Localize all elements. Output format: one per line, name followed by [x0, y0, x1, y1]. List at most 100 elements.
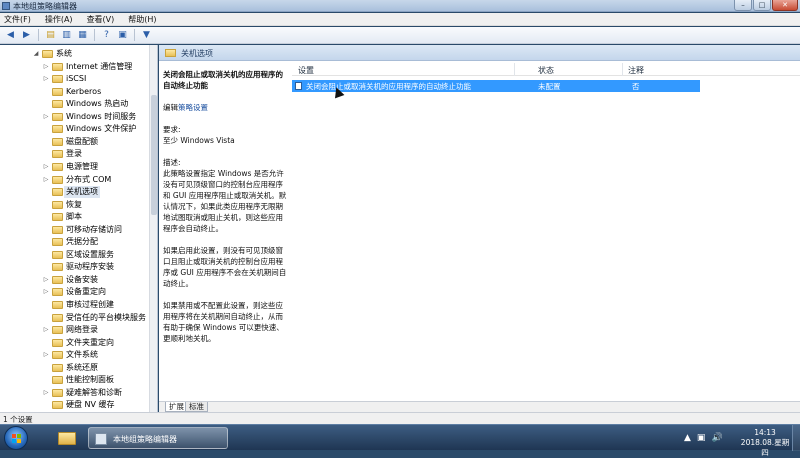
window-title: 本地组策略编辑器	[13, 2, 77, 11]
tree-item[interactable]: ◢ 系统	[0, 48, 150, 60]
title-bar[interactable]: 本地组策略编辑器 – □ ✕	[0, 0, 800, 12]
description-panel: 关闭会阻止或取消关机的应用程序的自动终止功能 编辑策略设置 要求: 至少 Win…	[163, 69, 289, 399]
folder-icon	[52, 338, 63, 347]
tree-item[interactable]: 脚本	[0, 211, 150, 223]
tree-expander-icon[interactable]: ▷	[42, 73, 50, 85]
pane-header-title: 关机选项	[181, 49, 213, 58]
clock[interactable]: 14:13 2018.08.星期四	[738, 428, 792, 458]
volume-icon[interactable]: 🔊	[711, 432, 722, 444]
start-button[interactable]	[4, 426, 28, 450]
export-list-icon[interactable]: ▦	[76, 29, 89, 42]
menu-action[interactable]: 操作(A)	[45, 13, 73, 25]
filter-icon[interactable]: ▼	[140, 29, 153, 42]
tree-item[interactable]: Windows 文件保护	[0, 123, 150, 135]
tray-expand-icon[interactable]: ▲	[684, 432, 691, 444]
tree-item[interactable]: 系统还原	[0, 362, 150, 374]
tree-item[interactable]: 性能控制面板	[0, 374, 150, 386]
tree-item-label: iSCSI	[66, 74, 87, 84]
tree-expander-icon[interactable]: ▷	[42, 324, 50, 336]
forward-icon[interactable]: ▶	[20, 29, 33, 42]
tree-expander-icon[interactable]: ▷	[42, 111, 50, 123]
windows-logo-icon	[12, 434, 22, 444]
description-paragraph-3: 如果禁用或不配置此设置，则这些应用程序将在关机期间自动终止，从而有助于确保 Wi…	[163, 301, 284, 343]
edit-policy-link[interactable]: 策略设置	[178, 103, 208, 112]
tree-item[interactable]: 审核过程创建	[0, 299, 150, 311]
tree-item[interactable]: ▷ 设备安装	[0, 274, 150, 286]
tree-item[interactable]: Kerberos	[0, 86, 150, 98]
taskbar-app-label: 本地组策略编辑器	[113, 435, 177, 444]
tree-item[interactable]: 硬盘 NV 缓存	[0, 399, 150, 411]
requirements-label: 要求:	[163, 125, 181, 134]
tree-item-label: 系统	[56, 49, 72, 58]
tree-item[interactable]: ▷ Internet 通信管理	[0, 61, 150, 73]
tree-item[interactable]: 恢复	[0, 199, 150, 211]
column-separator[interactable]	[622, 63, 623, 76]
show-desktop-button[interactable]	[792, 425, 800, 451]
tree-item[interactable]: 区域设置服务	[0, 249, 150, 261]
folder-icon	[52, 401, 63, 410]
gpedit-app-icon	[2, 2, 10, 10]
tree-expander-icon[interactable]: ▷	[42, 387, 50, 399]
tree-item-label: 关机选项	[64, 186, 100, 199]
folder-icon	[52, 351, 63, 360]
tree-expander-icon[interactable]: ▷	[42, 286, 50, 298]
tree-expander-icon[interactable]: ▷	[42, 61, 50, 73]
folder-icon	[52, 263, 63, 272]
tab-standard[interactable]: 标准	[185, 402, 208, 412]
tree-item[interactable]: 凭据分配	[0, 236, 150, 248]
tree-expander-icon[interactable]: ▷	[42, 274, 50, 286]
menu-file[interactable]: 文件(F)	[4, 13, 31, 25]
tree-expander-icon[interactable]: ▷	[42, 349, 50, 361]
tree-item-label: 脚本	[66, 212, 82, 222]
tree-item[interactable]: ▷ iSCSI	[0, 73, 150, 85]
help-icon[interactable]: ?	[100, 29, 113, 42]
settings-list[interactable]: 设置 状态 注释 关闭会阻止或取消关机的应用程序的自动终止功能 未配置 否	[292, 63, 800, 401]
tree-scrollbar-thumb[interactable]	[151, 95, 157, 215]
tree-item[interactable]: ▷ 设备重定向	[0, 286, 150, 298]
tree-scrollbar[interactable]	[149, 45, 157, 412]
folder-icon	[165, 49, 176, 57]
tree-expander-icon[interactable]: ▷	[42, 161, 50, 173]
tree-item[interactable]: ▷ 分布式 COM	[0, 174, 150, 186]
network-icon[interactable]: ▣	[697, 432, 706, 444]
menu-help[interactable]: 帮助(H)	[128, 13, 156, 25]
tree-item[interactable]: 文件夹重定向	[0, 337, 150, 349]
tree-item[interactable]: 驱动程序安装	[0, 261, 150, 273]
folder-icon	[52, 125, 63, 134]
column-setting[interactable]: 设置	[298, 65, 314, 76]
tree-item[interactable]: ▷ 疑难解答和诊断	[0, 387, 150, 399]
tree-item[interactable]: 受信任的平台模块服务	[0, 312, 150, 324]
tree-expander-icon[interactable]: ◢	[32, 48, 40, 60]
row-setting: 关闭会阻止或取消关机的应用程序的自动终止功能	[306, 82, 471, 91]
tree-item[interactable]: 关机选项	[0, 186, 150, 199]
folder-icon	[52, 188, 63, 197]
tree-item[interactable]: 磁盘配额	[0, 136, 150, 148]
maximize-button[interactable]: □	[753, 0, 771, 11]
tree-item[interactable]: ▷ 网络登录	[0, 324, 150, 336]
show-hide-tree-icon[interactable]: ▥	[60, 29, 73, 42]
minimize-button[interactable]: –	[734, 0, 752, 11]
taskbar-explorer-button[interactable]	[50, 427, 84, 449]
column-comment[interactable]: 注释	[628, 65, 644, 76]
list-header: 设置 状态 注释	[292, 63, 800, 76]
folder-icon	[52, 100, 63, 109]
menu-view[interactable]: 查看(V)	[87, 13, 115, 25]
folder-icon	[52, 200, 63, 209]
tree-expander-icon[interactable]: ▷	[42, 174, 50, 186]
tree-item[interactable]: 登录	[0, 148, 150, 160]
close-button[interactable]: ✕	[772, 0, 798, 11]
up-folder-icon[interactable]: ▤	[44, 29, 57, 42]
table-row[interactable]: 关闭会阻止或取消关机的应用程序的自动终止功能 未配置 否	[292, 80, 700, 92]
tree-item[interactable]: 可移动存储访问	[0, 224, 150, 236]
tree-item[interactable]: ▷ 文件系统	[0, 349, 150, 361]
column-separator[interactable]	[514, 63, 515, 76]
properties-icon[interactable]: ▣	[116, 29, 129, 42]
back-icon[interactable]: ◀	[4, 29, 17, 42]
policy-tree[interactable]: 硬盘 NV 缓存 ▷ 疑难解答和诊断 性能控制面板 系统还原 ▷ 文件系统 文件夹重定向 ▷ 网络…	[0, 45, 158, 412]
tree-item[interactable]: ▷ Windows 时间服务	[0, 111, 150, 123]
tree-item[interactable]: Windows 热启动	[0, 98, 150, 110]
tree-item[interactable]: ▷ 电源管理	[0, 161, 150, 173]
tree-item-label: 分布式 COM	[66, 174, 112, 184]
column-state[interactable]: 状态	[538, 65, 554, 76]
taskbar-gpedit-button[interactable]: 本地组策略编辑器	[88, 427, 228, 449]
